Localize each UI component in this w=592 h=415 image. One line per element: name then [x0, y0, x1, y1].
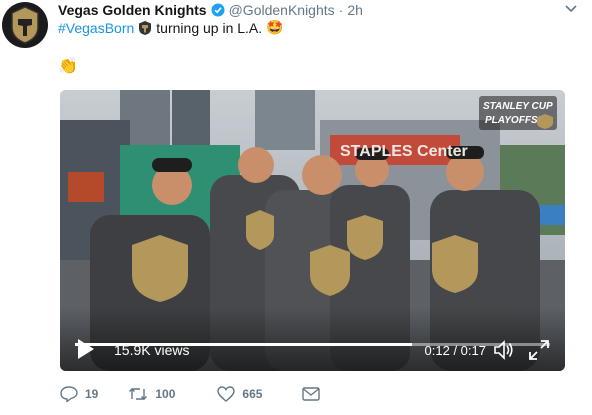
- fullscreen-icon[interactable]: [528, 339, 550, 361]
- video-player[interactable]: STAPLES Center STANLEY CUP PLAYOFFS 15.9…: [60, 90, 565, 371]
- more-options-chevron-icon[interactable]: [562, 0, 580, 18]
- heart-icon: [217, 386, 236, 402]
- stanley-cup-playoffs-badge: STANLEY CUP PLAYOFFS: [479, 96, 557, 135]
- author-name[interactable]: Vegas Golden Knights: [58, 2, 207, 18]
- golden-knights-logo-icon: [11, 6, 39, 44]
- retweet-count: 100: [155, 387, 176, 401]
- like-count: 665: [242, 387, 263, 401]
- like-button[interactable]: 665: [217, 386, 262, 402]
- avatar[interactable]: [2, 2, 48, 48]
- author-handle[interactable]: @GoldenKnights: [229, 2, 335, 18]
- badge-line1: STANLEY CUP: [483, 101, 553, 112]
- tweet-timestamp[interactable]: 2h: [347, 2, 363, 18]
- retweet-icon: [129, 388, 148, 400]
- play-icon[interactable]: [77, 338, 95, 360]
- reply-icon: [60, 386, 78, 402]
- retweet-button[interactable]: 100: [128, 386, 175, 402]
- tweet-text: #VegasBorn turning up in L.A. 🤩: [58, 19, 284, 36]
- arena-sign-text: STAPLES Center: [340, 143, 468, 160]
- tweet-body-text: turning up in L.A.: [156, 19, 263, 36]
- verified-badge-icon: [211, 3, 225, 17]
- tweet-header: Vegas Golden Knights @GoldenKnights · 2h: [58, 0, 562, 20]
- clap-emoji: 👏: [58, 58, 78, 75]
- view-count: 15.9K views: [114, 342, 190, 358]
- tweet-actions: 19 100 665: [60, 386, 347, 402]
- star-eyes-emoji: 🤩: [266, 19, 284, 35]
- video-controls: 15.9K views 0:12 / 0:17: [60, 307, 565, 371]
- volume-icon[interactable]: [493, 339, 515, 361]
- hashtag-link[interactable]: #VegasBorn: [58, 20, 134, 36]
- badge-line2: PLAYOFFS: [485, 115, 538, 126]
- header-separator: ·: [338, 2, 344, 18]
- direct-message-button[interactable]: [302, 387, 327, 401]
- envelope-icon: [302, 387, 321, 401]
- reply-count: 19: [85, 387, 99, 401]
- reply-button[interactable]: 19: [60, 386, 98, 402]
- vgk-helmet-emoji-icon: [138, 20, 152, 36]
- video-time: 0:12 / 0:17: [424, 343, 486, 358]
